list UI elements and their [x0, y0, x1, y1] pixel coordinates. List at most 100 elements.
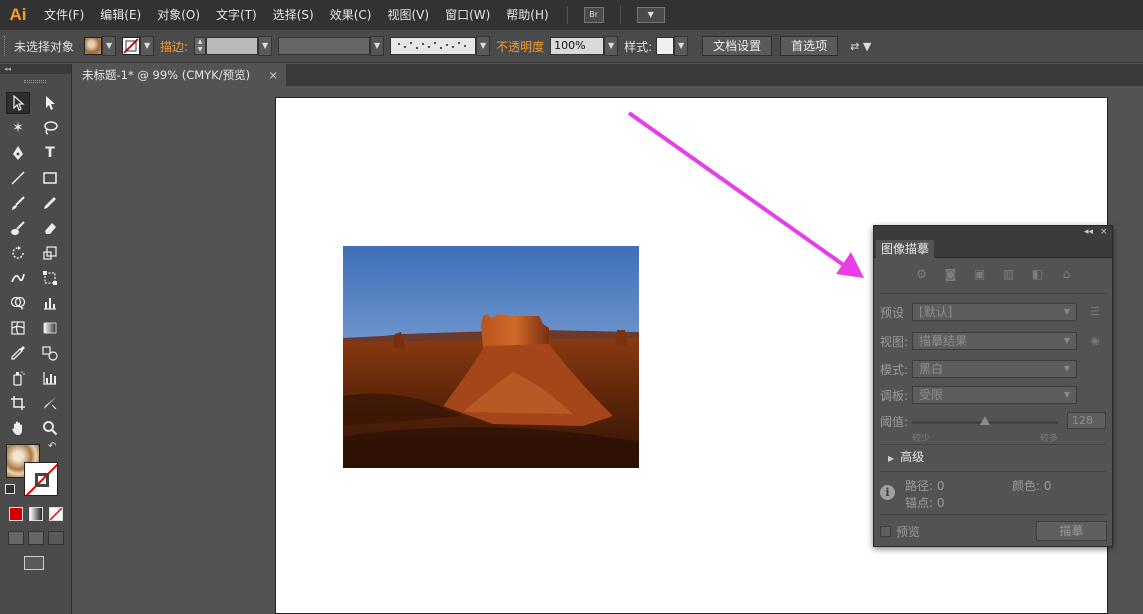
opacity-control[interactable]: 100% ▼ [550, 36, 619, 56]
free-transform-tool-icon[interactable] [38, 267, 62, 289]
color-mode-button[interactable] [9, 507, 23, 521]
document-setup-button[interactable]: 文档设置 [702, 36, 773, 56]
shape-builder-tool-icon[interactable] [6, 292, 30, 314]
menu-type[interactable]: 文字(T) [208, 0, 265, 30]
auto-color-preset-icon[interactable]: ⚙ [912, 266, 931, 282]
close-icon[interactable]: × [268, 64, 278, 86]
preview-checkbox[interactable] [880, 526, 891, 537]
menu-edit[interactable]: 编辑(E) [92, 0, 149, 30]
preferences-button[interactable]: 首选项 [780, 36, 839, 56]
panel-close-icon[interactable]: × [1100, 226, 1108, 239]
stroke-weight-stepper[interactable]: ▲ ▼ [194, 37, 207, 55]
slice-tool-icon[interactable] [38, 392, 62, 414]
fill-swatch[interactable] [84, 37, 103, 55]
artboard-tool-icon[interactable] [6, 392, 30, 414]
stroke-label[interactable]: 描边: [160, 38, 188, 55]
chevron-down-icon[interactable]: ▼ [674, 36, 689, 56]
panel-collapse-icon[interactable]: ◂◂ [1084, 226, 1093, 239]
blob-brush-tool-icon[interactable] [6, 217, 30, 239]
panel-title-bar[interactable]: ◂◂ × [874, 226, 1112, 239]
threshold-input[interactable]: 128 [1067, 412, 1106, 429]
pen-tool-icon[interactable] [6, 142, 30, 164]
chevron-down-icon[interactable]: ▼ [604, 36, 619, 56]
rotate-tool-icon[interactable] [6, 242, 30, 264]
scale-tool-icon[interactable] [38, 242, 62, 264]
lasso-tool-icon[interactable] [38, 117, 62, 139]
menu-window[interactable]: 窗口(W) [437, 0, 498, 30]
eraser-tool-icon[interactable] [38, 217, 62, 239]
menu-effect[interactable]: 效果(C) [322, 0, 380, 30]
stroke-none-swatch[interactable] [122, 37, 141, 55]
type-tool-icon[interactable]: T [38, 142, 62, 164]
view-select[interactable]: 描摹结果 ▼ [912, 332, 1077, 350]
low-color-preset-icon[interactable]: ▣ [970, 266, 989, 282]
trace-button[interactable]: 描摹 [1036, 521, 1107, 541]
eyedropper-tool-icon[interactable] [6, 342, 30, 364]
chevron-down-icon[interactable]: ▼ [258, 36, 273, 56]
fill-swatch-control[interactable]: ▼ [84, 36, 117, 56]
outline-preset-icon[interactable]: ⌂ [1057, 266, 1076, 282]
stroke-swatch-control[interactable]: ▼ [122, 36, 155, 56]
default-fill-stroke-icon[interactable] [5, 484, 15, 494]
opacity-label[interactable]: 不透明度 [496, 38, 544, 55]
stroke-weight-control[interactable]: ▲ ▼ ▼ [194, 36, 273, 56]
draw-behind-icon[interactable] [28, 531, 44, 545]
line-segment-tool-icon[interactable] [6, 167, 30, 189]
grayscale-preset-icon[interactable]: ▥ [999, 266, 1018, 282]
draw-inside-icon[interactable] [48, 531, 64, 545]
opacity-input[interactable]: 100% [550, 37, 605, 55]
arrange-documents-button[interactable]: ▼ [636, 7, 665, 23]
selection-tool-icon[interactable] [6, 92, 30, 114]
control-panel-menu-icon[interactable]: ⇄ ▼ [850, 40, 871, 53]
black-white-preset-icon[interactable]: ◧ [1028, 266, 1047, 282]
menu-object[interactable]: 对象(O) [149, 0, 208, 30]
screen-mode-icon[interactable] [24, 556, 44, 570]
menu-file[interactable]: 文件(F) [36, 0, 92, 30]
none-mode-button[interactable] [49, 507, 63, 521]
column-graph-tool-icon[interactable] [38, 367, 62, 389]
warp-tool-icon[interactable] [6, 267, 30, 289]
magic-wand-tool-icon[interactable]: ✶ [6, 117, 30, 139]
control-bar-grip[interactable] [4, 36, 8, 56]
menu-view[interactable]: 视图(V) [379, 0, 437, 30]
pencil-tool-icon[interactable] [38, 192, 62, 214]
preset-menu-icon[interactable]: ☰ [1090, 305, 1100, 318]
blend-tool-icon[interactable] [38, 342, 62, 364]
swap-fill-stroke-icon[interactable]: ↶ [48, 441, 56, 452]
brush-definition[interactable] [390, 37, 477, 55]
graph-tool-icon[interactable] [38, 292, 62, 314]
mesh-tool-icon[interactable] [6, 317, 30, 339]
variable-width-profile[interactable] [278, 37, 371, 55]
chevron-down-icon[interactable]: ▼ [370, 36, 385, 56]
draw-normal-icon[interactable] [8, 531, 24, 545]
stroke-color-swatch[interactable] [24, 462, 58, 496]
palette-select[interactable]: 受限 ▼ [912, 386, 1077, 404]
bridge-button[interactable]: Br [583, 7, 604, 23]
document-tab[interactable]: 未标题-1* @ 99% (CMYK/预览) × [74, 64, 286, 86]
tools-panel-grip[interactable] [24, 80, 46, 83]
variable-width-control[interactable]: ▼ [278, 36, 385, 56]
advanced-toggle[interactable]: ▶ 高级 [888, 448, 924, 465]
hand-tool-icon[interactable] [6, 417, 30, 439]
placed-photo-image[interactable] [343, 246, 639, 468]
stroke-weight-input[interactable] [206, 37, 259, 55]
preview-option[interactable]: 预览 [880, 523, 920, 540]
paintbrush-tool-icon[interactable] [6, 192, 30, 214]
high-color-preset-icon[interactable]: ◙ [941, 266, 960, 282]
tab-image-trace[interactable]: 图像描摹 [876, 240, 935, 258]
chevron-down-icon[interactable]: ▼ [476, 36, 491, 56]
preset-select[interactable]: [默认] ▼ [912, 303, 1077, 321]
brush-definition-control[interactable]: ▼ [390, 36, 491, 56]
mode-select[interactable]: 黑白 ▼ [912, 360, 1077, 378]
threshold-slider-handle[interactable] [980, 416, 990, 425]
menu-help[interactable]: 帮助(H) [498, 0, 556, 30]
graphic-style-control[interactable]: ▼ [656, 36, 689, 56]
graphic-style-swatch[interactable] [656, 37, 675, 55]
chevron-down-icon[interactable]: ▼ [102, 36, 117, 56]
symbol-sprayer-tool-icon[interactable] [6, 367, 30, 389]
chevron-down-icon[interactable]: ▼ [140, 36, 155, 56]
rectangle-tool-icon[interactable] [38, 167, 62, 189]
gradient-mode-button[interactable] [29, 507, 43, 521]
menu-select[interactable]: 选择(S) [265, 0, 322, 30]
zoom-tool-icon[interactable] [38, 417, 62, 439]
